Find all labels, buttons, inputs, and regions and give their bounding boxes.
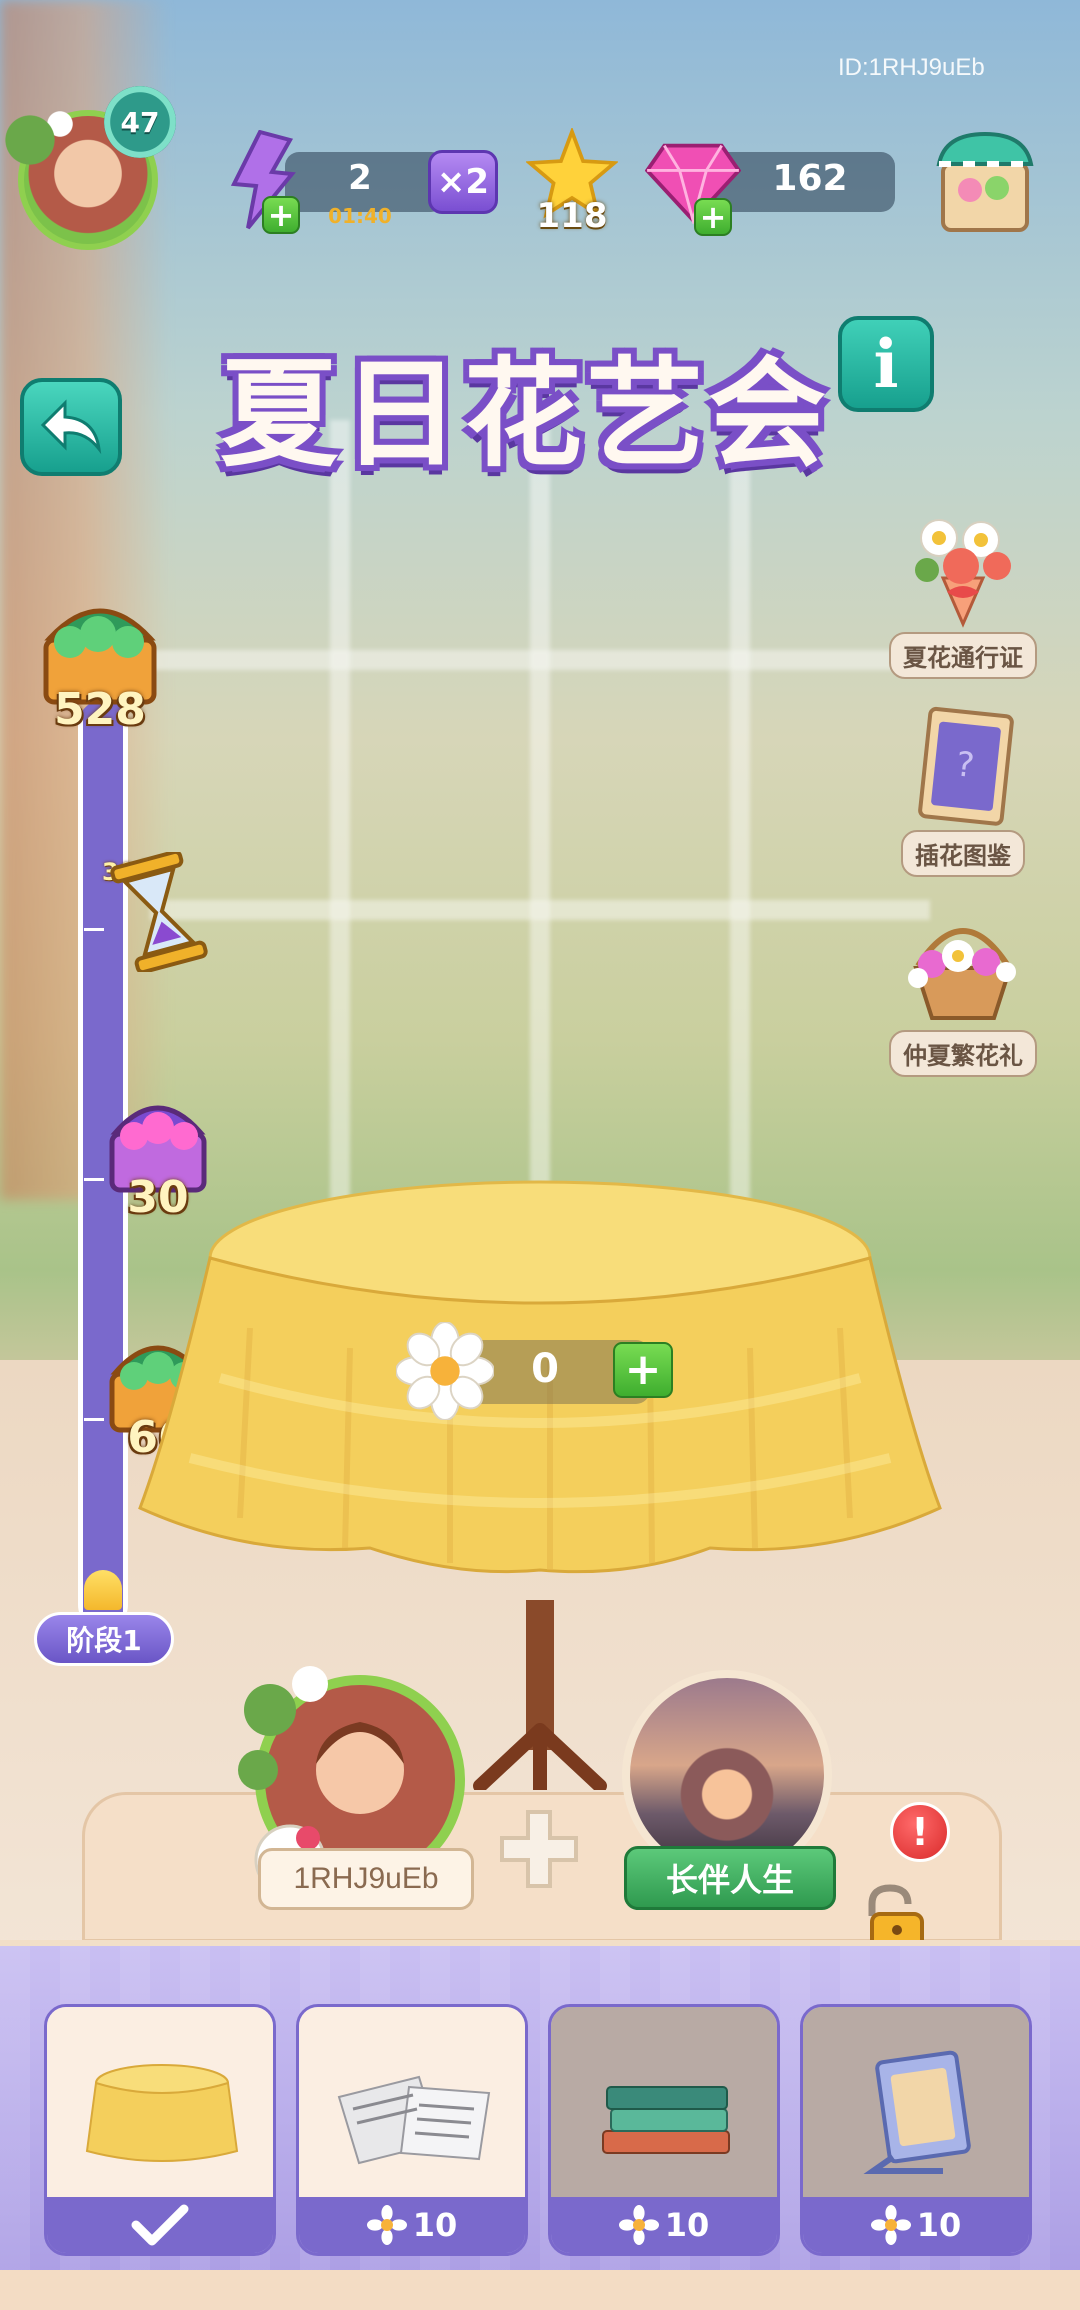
bottom-strip — [0, 2270, 1080, 2310]
tablecloth-icon — [85, 2064, 239, 2162]
daisy-icon — [618, 2205, 659, 2245]
player-name-plate: 1RHJ9uEb — [258, 1848, 474, 1910]
info-button[interactable]: i — [838, 316, 934, 412]
item-card-newspaper[interactable]: 10 — [296, 2004, 528, 2256]
card-status-bar — [47, 2197, 273, 2253]
side-menu-label: 夏花通行证 — [889, 632, 1037, 679]
card-cost-bar: 10 — [551, 2197, 777, 2253]
books-icon — [602, 2086, 730, 2154]
album-icon: ? — [918, 706, 1014, 826]
card-cost-bar: 10 — [299, 2197, 525, 2253]
daisy-icon — [366, 2205, 407, 2245]
energy-value: 2 — [348, 158, 372, 198]
daisy-icon — [870, 2205, 911, 2245]
card-cost: 10 — [916, 2206, 962, 2244]
level-badge: 47 — [104, 86, 176, 158]
checkmark-icon — [131, 2204, 189, 2246]
flower-basket-icon — [908, 928, 1016, 1020]
flower-count: 0 — [531, 1346, 559, 1392]
alert-badge: ! — [890, 1802, 950, 1862]
reward-chest-528[interactable]: 528 — [30, 594, 170, 735]
side-menu-gift[interactable]: 仲夏繁花礼 — [888, 906, 1038, 1077]
card-cost-bar: 10 — [803, 2197, 1029, 2253]
item-card-picture-frame[interactable]: 10 — [800, 2004, 1032, 2256]
bouquet-icon — [915, 519, 1011, 628]
avatar-leaves-decoration — [0, 100, 100, 180]
card-cost: 10 — [664, 2206, 710, 2244]
item-card-books[interactable]: 10 — [548, 2004, 780, 2256]
side-menu-label: 插花图鉴 — [901, 830, 1025, 877]
item-card-tablecloth[interactable] — [44, 2004, 276, 2256]
flower-add-button[interactable]: + — [613, 1342, 673, 1398]
side-menu-pass[interactable]: 夏花通行证 — [888, 508, 1038, 679]
card-cost: 10 — [412, 2206, 458, 2244]
reward-value: 528 — [54, 684, 146, 735]
table-leg — [473, 1600, 607, 1790]
hourglass-icon[interactable] — [104, 852, 214, 972]
gem-count: 162 — [772, 158, 848, 199]
stage-label: 阶段1 — [34, 1612, 174, 1666]
daisy-icon — [396, 1322, 494, 1420]
energy-add-button[interactable]: + — [262, 196, 300, 234]
gem-add-button[interactable]: + — [694, 198, 732, 236]
star-count: 118 — [536, 196, 608, 236]
side-menu-label: 仲夏繁花礼 — [889, 1030, 1037, 1077]
back-arrow-icon — [40, 399, 102, 455]
newspaper-icon — [337, 2075, 491, 2165]
multiplier-button[interactable]: ×2 — [428, 150, 498, 214]
add-partner-plus-icon[interactable] — [498, 1808, 580, 1890]
progress-track-fill — [84, 1570, 122, 1610]
energy-timer: 01:40 — [328, 204, 392, 228]
picture-frame-icon — [863, 2050, 971, 2174]
partner-name-button[interactable]: 长伴人生 — [624, 1846, 836, 1910]
event-title: 夏日花艺会 — [220, 345, 831, 483]
progress-tick — [84, 928, 104, 931]
shop-icon[interactable] — [935, 128, 1035, 238]
side-menu-album[interactable]: ? 插花图鉴 — [888, 706, 1038, 877]
back-button[interactable] — [20, 378, 122, 476]
player-id-label: ID:1RHJ9uEb — [838, 54, 985, 81]
